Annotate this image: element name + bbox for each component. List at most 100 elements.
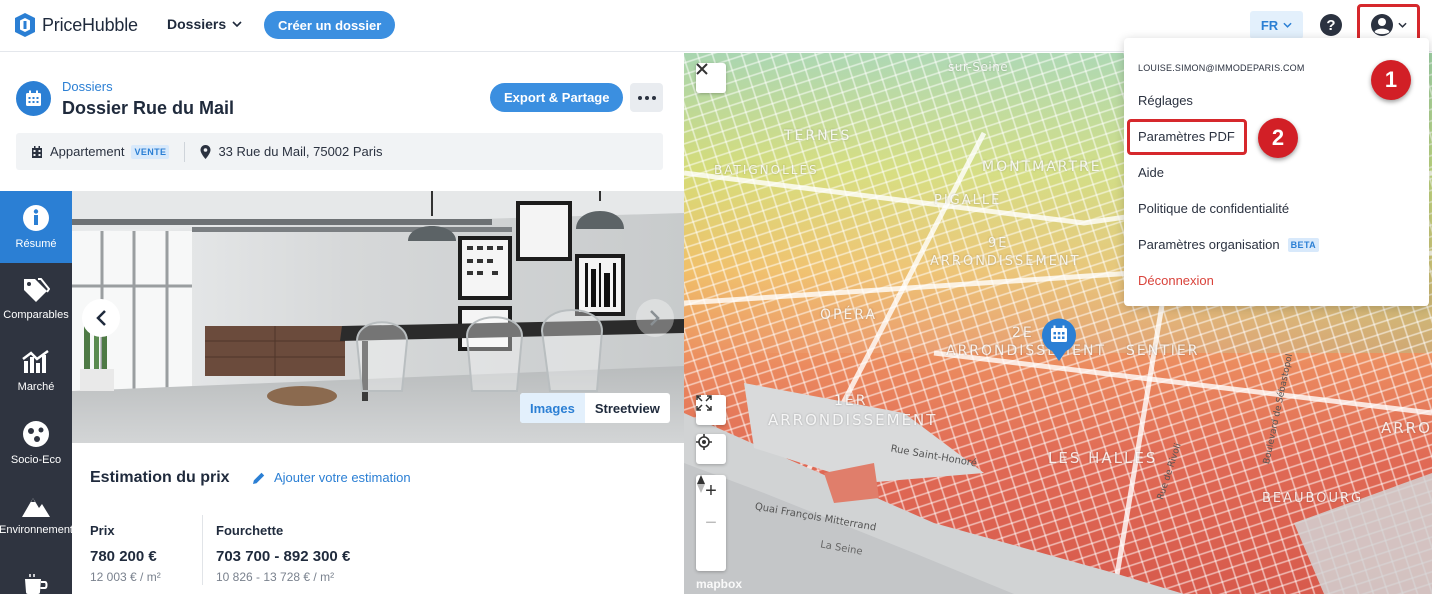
- market-chart-icon: [22, 349, 49, 373]
- menu-item-logout[interactable]: Déconnexion: [1138, 273, 1214, 288]
- map-label: SENTIER: [1126, 343, 1200, 359]
- user-email: LOUISE.SIMON@IMMODEPARIS.COM: [1138, 63, 1305, 73]
- menu-item-privacy[interactable]: Politique de confidentialité: [1138, 201, 1289, 216]
- property-info-bar: Appartement VENTE 33 Rue du Mail, 75002 …: [16, 133, 663, 170]
- breadcrumb-dossiers[interactable]: Dossiers: [62, 79, 113, 94]
- sidebar-item-socio-eco[interactable]: Socio-Eco: [0, 407, 72, 479]
- geolocate-button[interactable]: [696, 434, 726, 464]
- map-label: sur-Seine: [948, 60, 1009, 74]
- menu-item-reglages[interactable]: Réglages: [1138, 93, 1193, 108]
- export-share-button[interactable]: Export & Partage: [490, 83, 624, 112]
- close-map-button[interactable]: [696, 63, 726, 93]
- photo-source-toggle: Images Streetview: [520, 393, 670, 423]
- user-avatar-icon: [1371, 14, 1393, 36]
- chevron-down-icon: [1283, 22, 1292, 28]
- pdf-settings-highlight: [1127, 119, 1247, 155]
- menu-item-aide[interactable]: Aide: [1138, 165, 1164, 180]
- sidebar-item-environnement[interactable]: Environnement: [0, 479, 73, 551]
- language-label: FR: [1260, 17, 1279, 33]
- socio-eco-icon: [23, 421, 49, 447]
- divider: [202, 515, 203, 585]
- more-options-button[interactable]: [630, 83, 663, 112]
- sidebar-item-amenities[interactable]: [0, 551, 72, 594]
- zoom-controls: + −: [696, 475, 726, 571]
- nav-dossiers-label: Dossiers: [167, 16, 227, 32]
- chevron-down-icon: [1398, 22, 1407, 28]
- org-settings-label: Paramètres organisation: [1138, 237, 1280, 252]
- step-marker-1: 1: [1371, 60, 1411, 100]
- logo-icon: [15, 13, 35, 37]
- compass-button[interactable]: [696, 475, 726, 571]
- sidebar-item-marche[interactable]: Marché: [0, 335, 72, 407]
- building-icon: [32, 145, 42, 158]
- logo-text: PriceHubble: [42, 14, 138, 35]
- map-label: 1ER: [834, 393, 868, 409]
- sidebar-item-label: Socio-Eco: [10, 454, 62, 466]
- price-per-m2: 12 003 € / m²: [90, 570, 161, 584]
- map-label: BEAUBOURG: [1262, 491, 1364, 506]
- transaction-badge: VENTE: [131, 144, 170, 159]
- chevron-right-icon: [650, 310, 660, 326]
- photo-next-button[interactable]: [636, 299, 674, 337]
- map-label: BATIGNOLLES: [714, 163, 819, 177]
- map-label: OPÉRA: [820, 307, 878, 323]
- zoom-out-button[interactable]: −: [696, 507, 726, 539]
- add-estimation-label: Ajouter votre estimation: [274, 470, 411, 485]
- price-label: Prix: [90, 523, 115, 538]
- nav-dossiers-menu[interactable]: Dossiers: [167, 16, 242, 32]
- photo-prev-button[interactable]: [82, 299, 120, 337]
- property-marker-icon[interactable]: [1041, 318, 1077, 362]
- chevron-left-icon: [96, 310, 106, 326]
- menu-item-org-settings[interactable]: Paramètres organisation BETA: [1138, 237, 1320, 252]
- range-per-m2: 10 826 - 13 728 € / m²: [216, 570, 335, 584]
- sidebar-item-comparables[interactable]: Comparables: [0, 263, 72, 335]
- map-label: 2E: [1012, 325, 1034, 341]
- property-type-label: Appartement: [50, 144, 125, 159]
- map-label: LES HALLES: [1048, 449, 1158, 467]
- section-sidebar: Résumé Comparables Marché Socio-Eco Envi…: [0, 191, 73, 594]
- chevron-down-icon: [232, 21, 242, 27]
- add-estimation-link[interactable]: Ajouter votre estimation: [252, 470, 411, 485]
- fullscreen-button[interactable]: [696, 395, 726, 425]
- mapbox-logo: mapbox: [696, 577, 743, 591]
- coffee-icon: [25, 574, 48, 594]
- tab-images[interactable]: Images: [520, 393, 585, 423]
- sidebar-item-resume[interactable]: Résumé: [0, 191, 72, 263]
- tab-streetview[interactable]: Streetview: [585, 393, 670, 423]
- step-marker-2: 2: [1258, 118, 1298, 158]
- crosshair-icon: [696, 434, 712, 450]
- beta-badge: BETA: [1287, 237, 1320, 252]
- range-column: Fourchette 703 700 - 892 300 € 10 826 - …: [216, 523, 350, 584]
- location-pin-icon: [200, 144, 211, 159]
- mountain-icon: [22, 498, 50, 517]
- estimation-title: Estimation du prix: [90, 469, 230, 486]
- range-value: 703 700 - 892 300 €: [216, 548, 351, 565]
- pencil-icon: [253, 472, 265, 484]
- compass-icon: [697, 475, 705, 493]
- map-label: PIGALLE: [934, 193, 1002, 208]
- property-address: 33 Rue du Mail, 75002 Paris: [185, 144, 397, 159]
- map-label: ARRONDISSEMENT: [946, 343, 1107, 359]
- close-icon: [696, 63, 708, 75]
- tags-icon: [24, 278, 50, 302]
- sidebar-item-label: Résumé: [15, 238, 57, 250]
- map-label: ARRONDISSEMENT: [930, 254, 1081, 269]
- price-column: Prix 780 200 € 12 003 € / m²: [90, 523, 161, 584]
- language-selector[interactable]: FR: [1250, 11, 1303, 39]
- sidebar-item-label: Marché: [17, 381, 55, 393]
- page-title: Dossier Rue du Mail: [62, 98, 235, 118]
- property-photo: Images Streetview: [72, 191, 684, 443]
- create-dossier-button[interactable]: Créer un dossier: [264, 11, 396, 39]
- fullscreen-icon: [696, 395, 712, 411]
- sidebar-item-label: Comparables: [3, 309, 69, 321]
- price-value: 780 200 €: [90, 548, 157, 565]
- calendar-icon: [16, 81, 51, 116]
- help-icon[interactable]: ?: [1320, 14, 1342, 36]
- pricehubble-logo[interactable]: PriceHubble: [14, 12, 138, 38]
- price-estimation-section: Estimation du prix Ajouter votre estimat…: [72, 443, 684, 594]
- map-label: MONTMARTRE: [982, 159, 1102, 175]
- info-icon: [23, 205, 49, 231]
- map-label: ARRO: [1381, 419, 1432, 437]
- address-label: 33 Rue du Mail, 75002 Paris: [218, 144, 383, 159]
- property-type: Appartement VENTE: [16, 144, 184, 159]
